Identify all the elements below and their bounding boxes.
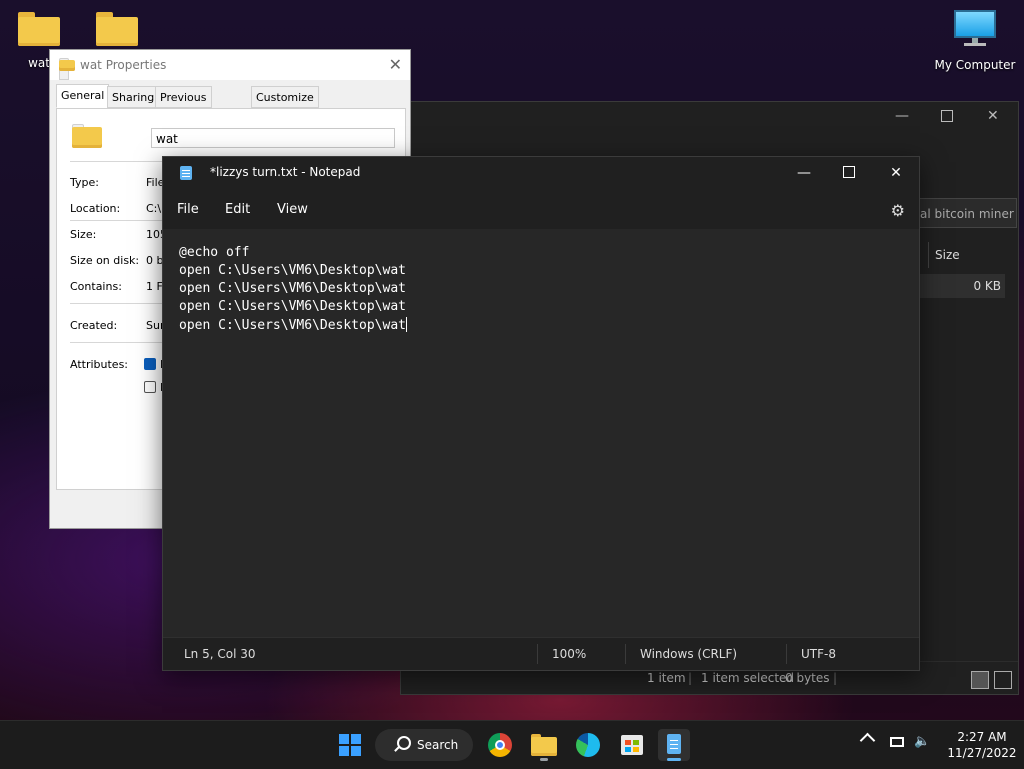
date: 11/27/2022 [947, 746, 1017, 760]
menu-edit[interactable]: Edit [225, 202, 250, 217]
notepad-window[interactable]: *lizzys turn.txt - Notepad — ✕ File Edit… [162, 156, 920, 671]
table-row[interactable]: 0 KB [919, 274, 1005, 298]
text-line: open C:\Users\VM6\Desktop\wat [179, 299, 406, 314]
notepad-status-bar: Ln 5, Col 30 100% Windows (CRLF) UTF-8 [163, 637, 919, 670]
notepad-icon [180, 166, 192, 180]
readonly-checkbox[interactable] [144, 358, 156, 370]
field-label: Created: [70, 319, 118, 332]
field-label: Attributes: [70, 358, 129, 371]
gear-icon[interactable]: ⚙ [891, 201, 905, 220]
time: 2:27 AM [957, 730, 1007, 744]
edge-icon [576, 733, 600, 757]
menu-view[interactable]: View [277, 202, 308, 217]
store-icon [621, 735, 643, 755]
desktop-icon-my-computer[interactable]: My Computer [930, 10, 1020, 72]
folder-icon [96, 12, 138, 46]
status-item-count: 1 item [647, 671, 686, 685]
text-line-content: open C:\Users\VM6\Desktop\wat [179, 318, 406, 333]
running-indicator [667, 758, 681, 761]
line-ending: Windows (CRLF) [640, 647, 738, 661]
field-value: C:\ [146, 202, 162, 215]
taskbar: Search 🔈 2:27 AM 11/27/2022 [0, 720, 1024, 769]
cursor-position: Ln 5, Col 30 [184, 647, 256, 661]
field-label: Size: [70, 228, 97, 241]
tab-sharing[interactable]: Sharing [107, 86, 160, 108]
field-label: Type: [70, 176, 99, 189]
network-icon[interactable] [890, 737, 904, 747]
menu-file[interactable]: File [177, 202, 199, 217]
close-icon[interactable]: ✕ [881, 161, 911, 185]
folder-icon [72, 124, 102, 148]
search-input[interactable]: al bitcoin miner [919, 198, 1017, 228]
search-label: Search [417, 738, 459, 752]
close-icon[interactable]: ✕ [987, 108, 999, 124]
zoom-level: 100% [552, 647, 587, 661]
text-line: open C:\Users\VM6\Desktop\wat [179, 281, 406, 296]
desktop-icon-label: My Computer [934, 58, 1016, 72]
text-line-current: open C:\Users\VM6\Desktop\wat [179, 317, 407, 333]
minimize-icon[interactable]: — [789, 161, 819, 185]
tab-customize[interactable]: Customize [251, 86, 319, 108]
status-selected: 1 item selected [701, 671, 795, 685]
running-indicator [540, 758, 548, 761]
folder-icon [18, 12, 60, 46]
menu-bar: File Edit View ⚙ [163, 189, 919, 229]
field-label: Size on disk: [70, 254, 140, 267]
tiles-view-icon[interactable] [994, 671, 1012, 689]
field-label: Location: [70, 202, 121, 215]
hidden-checkbox[interactable] [144, 381, 156, 393]
file-explorer-button[interactable] [528, 729, 560, 761]
text-editor[interactable]: @echo off open C:\Users\VM6\Desktop\wat … [163, 229, 919, 637]
start-button[interactable] [334, 729, 366, 761]
close-icon[interactable]: ✕ [389, 55, 402, 74]
text-line: open C:\Users\VM6\Desktop\wat [179, 263, 406, 278]
notepad-titlebar[interactable]: *lizzys turn.txt - Notepad — ✕ [163, 157, 919, 189]
status-bytes: 0 bytes [785, 671, 830, 685]
field-label: Contains: [70, 280, 122, 293]
taskbar-search-button[interactable]: Search [375, 729, 473, 761]
window-title: *lizzys turn.txt - Notepad [210, 165, 361, 179]
encoding: UTF-8 [801, 647, 836, 661]
clock[interactable]: 2:27 AM 11/27/2022 [944, 729, 1020, 761]
notepad-icon [667, 734, 681, 754]
text-line: @echo off [179, 245, 250, 260]
chrome-button[interactable] [484, 729, 516, 761]
store-button[interactable] [616, 729, 648, 761]
desktop-icon-folder[interactable] [94, 12, 140, 46]
edge-button[interactable] [572, 729, 604, 761]
tab-general[interactable]: General [56, 84, 110, 108]
monitor-icon [954, 10, 996, 48]
windows-icon [339, 734, 349, 744]
dialog-titlebar[interactable]: wat Properties ✕ [50, 50, 410, 80]
column-header-size[interactable]: Size [928, 242, 1008, 268]
volume-icon[interactable]: 🔈 [914, 734, 930, 749]
chevron-up-icon[interactable] [859, 732, 876, 749]
maximize-icon[interactable] [834, 161, 864, 185]
text-caret [405, 317, 407, 332]
minimize-icon[interactable]: — [895, 108, 909, 124]
search-icon [397, 736, 411, 750]
notepad-taskbar-button[interactable] [658, 729, 690, 761]
field-value: 1 F [146, 280, 163, 293]
tab-previous-versions[interactable]: Previous Versions [155, 86, 212, 126]
name-field[interactable]: wat [151, 128, 395, 148]
folder-icon [59, 58, 75, 80]
details-view-icon[interactable] [971, 671, 989, 689]
field-value: 0 b [146, 254, 164, 267]
folder-icon [531, 734, 557, 756]
dialog-title: wat Properties [80, 58, 167, 72]
maximize-icon[interactable] [941, 110, 953, 122]
